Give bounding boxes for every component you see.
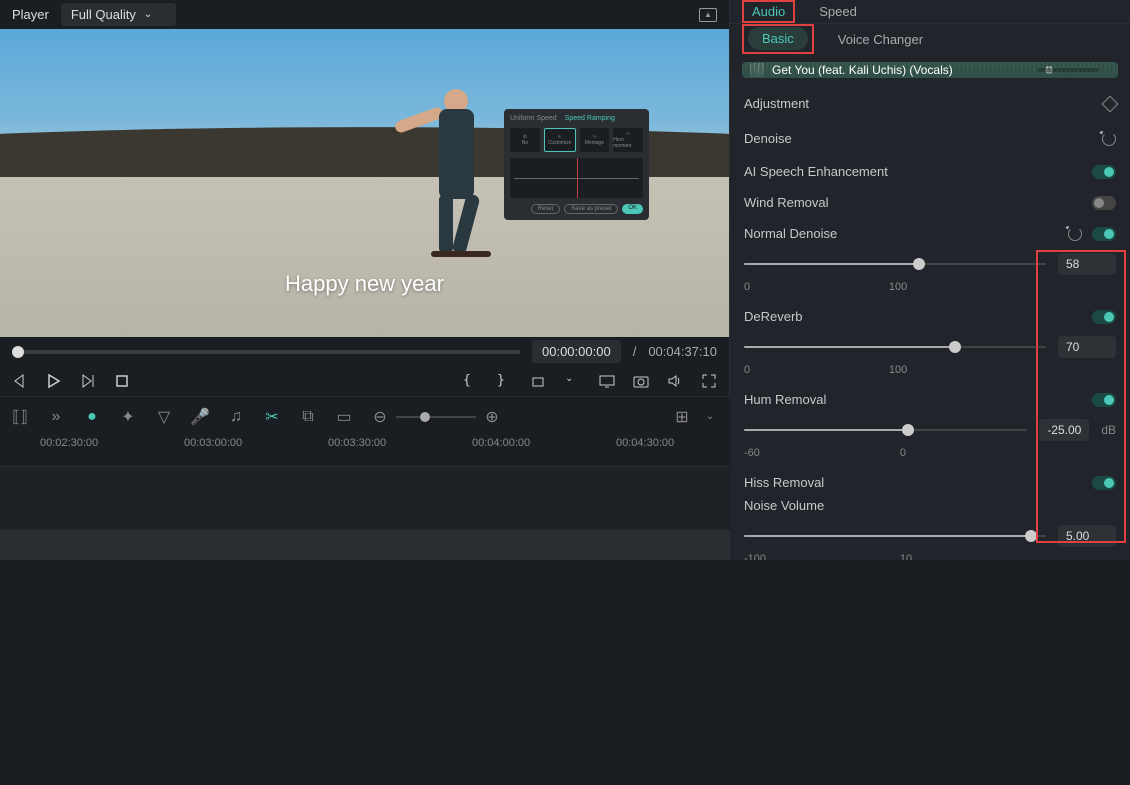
hiss-removal-toggle[interactable]: [1092, 476, 1116, 490]
timeline-tracks[interactable]: [0, 467, 730, 560]
snapshot-icon[interactable]: [633, 373, 649, 389]
hum-removal-unit: dB: [1101, 423, 1116, 437]
group-icon[interactable]: ⧉: [300, 409, 316, 425]
ai-tool-icon[interactable]: ●: [84, 409, 100, 425]
zoom-out-icon[interactable]: ⊖: [372, 409, 388, 425]
preset-customize[interactable]: ≡Customize: [544, 128, 576, 152]
normal-denoise-label: Normal Denoise: [744, 226, 837, 241]
properties-panel: Audio Speed Basic Voice Changer ♪ Get Yo…: [730, 0, 1130, 560]
playback-progress[interactable]: [12, 350, 520, 354]
mark-in-icon[interactable]: {: [463, 373, 479, 389]
normal-denoise-reset-icon[interactable]: [1068, 227, 1082, 241]
ai-speech-toggle[interactable]: [1092, 165, 1116, 179]
timeline-toolbar: ⟦⟧ » ● ✦ ▽ 🎤 ♫ ✂ ⧉ ▭ ⊖ ⊕: [0, 397, 730, 437]
mark-out-icon[interactable]: }: [497, 373, 513, 389]
current-time[interactable]: 00:00:00:00: [532, 340, 621, 363]
hum-removal-value[interactable]: -25.00: [1039, 419, 1089, 441]
time-separator: /: [633, 344, 637, 359]
preset-montage[interactable]: ∿Montage: [580, 128, 610, 152]
audio-track-preview[interactable]: ♪ Get You (feat. Kali Uchis) (Vocals): [742, 62, 1118, 78]
play-icon[interactable]: [46, 373, 62, 389]
player-label: Player: [12, 7, 49, 22]
prev-frame-icon[interactable]: [12, 373, 28, 389]
caption-icon[interactable]: ▭: [336, 409, 352, 425]
hum-removal-label: Hum Removal: [744, 392, 826, 407]
timeline-ruler[interactable]: 00:02:30:00 00:03:00:00 00:03:30:00 00:0…: [0, 437, 730, 467]
adjustment-section[interactable]: Adjustment: [730, 86, 1130, 121]
speed-ramping-tab[interactable]: Speed Ramping: [565, 115, 615, 122]
speed-ramping-panel: Uniform Speed Speed Ramping ⊘No ≡Customi…: [504, 109, 649, 220]
chevron-down-icon: ⌄: [144, 9, 152, 20]
dereverb-label: DeReverb: [744, 309, 803, 324]
tab-basic[interactable]: Basic: [748, 27, 808, 50]
music-icon[interactable]: ♫: [228, 409, 244, 425]
reset-icon[interactable]: [1102, 132, 1116, 146]
tab-voice-changer[interactable]: Voice Changer: [838, 30, 923, 49]
dereverb-slider[interactable]: [744, 346, 1046, 348]
hum-removal-toggle[interactable]: [1092, 393, 1116, 407]
quality-dropdown[interactable]: Full Quality ⌄: [61, 3, 176, 26]
tab-audio[interactable]: Audio: [742, 0, 795, 23]
expand-icon[interactable]: »: [48, 409, 64, 425]
stop-icon[interactable]: [114, 373, 130, 389]
preset-hero[interactable]: ∿Hero moment: [613, 128, 643, 152]
total-time: 00:04:37:10: [648, 344, 717, 359]
preset-none[interactable]: ⊘No: [510, 128, 540, 152]
effects-icon[interactable]: ✦: [120, 409, 136, 425]
hiss-removal-label: Hiss Removal: [744, 475, 824, 490]
playback-controls: { } ⌄: [0, 366, 729, 395]
dereverb-value[interactable]: 70: [1058, 336, 1116, 358]
speed-graph[interactable]: [510, 158, 643, 198]
player-header: Player Full Quality ⌄: [0, 0, 729, 29]
grid-icon[interactable]: ⊞: [674, 409, 690, 425]
noise-volume-slider[interactable]: [744, 535, 1046, 537]
mic-icon[interactable]: 🎤: [192, 409, 208, 425]
denoise-section[interactable]: Denoise: [730, 121, 1130, 156]
next-frame-icon[interactable]: [80, 373, 96, 389]
uniform-speed-tab[interactable]: Uniform Speed: [510, 115, 557, 122]
crop-icon[interactable]: [531, 373, 547, 389]
display-icon[interactable]: [599, 373, 615, 389]
chevron-down-icon[interactable]: ⌄: [565, 373, 581, 389]
fullscreen-icon[interactable]: [701, 373, 717, 389]
reset-button[interactable]: Reset: [531, 204, 561, 214]
save-preset-button[interactable]: Save as preset: [564, 204, 618, 214]
marker-icon[interactable]: ▽: [156, 409, 172, 425]
ok-button[interactable]: OK: [622, 204, 643, 214]
pointer-tool-icon[interactable]: ⟦⟧: [12, 409, 28, 425]
volume-icon[interactable]: [667, 373, 683, 389]
noise-volume-label: Noise Volume: [744, 498, 824, 513]
noise-volume-value[interactable]: 5.00: [1058, 525, 1116, 547]
video-preview[interactable]: Uniform Speed Speed Ramping ⊘No ≡Customi…: [0, 29, 729, 337]
quality-value: Full Quality: [71, 7, 136, 22]
dereverb-toggle[interactable]: [1092, 310, 1116, 324]
normal-denoise-value[interactable]: 58: [1058, 253, 1116, 275]
cut-icon[interactable]: ✂: [264, 409, 280, 425]
video-caption: Happy new year: [285, 271, 444, 297]
zoom-in-icon[interactable]: ⊕: [484, 409, 500, 425]
wind-removal-label: Wind Removal: [744, 195, 829, 210]
chevron-down-icon[interactable]: ⌄: [702, 409, 718, 425]
progress-row: 00:00:00:00 / 00:04:37:10: [0, 337, 729, 366]
track-name: Get You (feat. Kali Uchis) (Vocals): [772, 63, 953, 77]
hum-removal-slider[interactable]: [744, 429, 1027, 431]
ai-speech-label: AI Speech Enhancement: [744, 164, 888, 179]
normal-denoise-slider[interactable]: [744, 263, 1046, 265]
wind-removal-toggle[interactable]: [1092, 196, 1116, 210]
tab-speed[interactable]: Speed: [819, 2, 857, 21]
waveform-icon[interactable]: [699, 8, 717, 22]
keyframe-icon[interactable]: [1102, 95, 1119, 112]
zoom-slider[interactable]: [396, 416, 476, 418]
normal-denoise-toggle[interactable]: [1092, 227, 1116, 241]
